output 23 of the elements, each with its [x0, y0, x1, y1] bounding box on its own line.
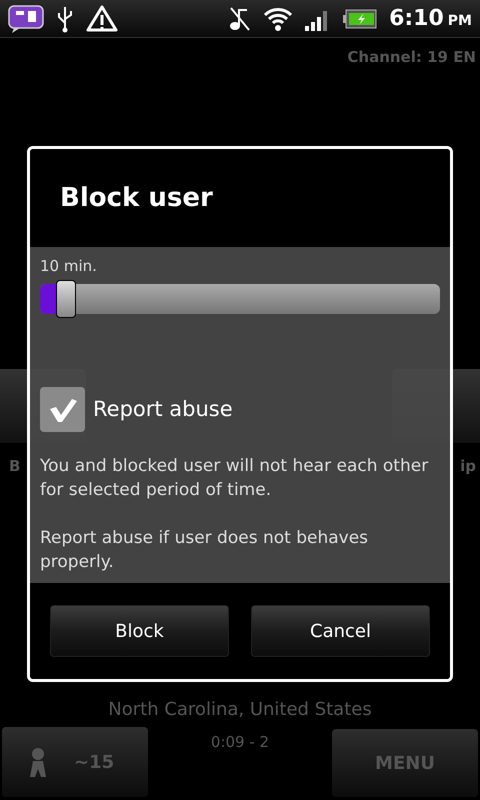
dialog-message: Report abuse if user does not behaves properly.	[40, 527, 370, 574]
usb-icon	[56, 4, 74, 32]
location-label: North Carolina, United States	[108, 698, 372, 722]
warning-icon	[86, 4, 118, 32]
report-checkbox[interactable]	[40, 387, 85, 432]
check-icon	[48, 396, 78, 422]
wifi-icon	[263, 6, 294, 32]
timer-label: 0:09 - 2	[210, 732, 270, 753]
channel-label: Channel: 19 EN	[347, 47, 476, 68]
dialog-message: You and blocked user will not hear each other for selected period of time.	[40, 455, 430, 502]
clock-time: 6:10	[389, 5, 444, 33]
dialog-button[interactable]: Block	[50, 605, 229, 657]
report-label[interactable]: Report abuse	[93, 394, 233, 426]
skip-label: ip	[460, 456, 476, 476]
clock-ampm: PM	[448, 12, 472, 31]
dialog-button[interactable]: Cancel	[251, 605, 430, 657]
muted-music-icon	[229, 6, 252, 32]
battery-icon	[343, 8, 378, 28]
side-button-label: B	[9, 456, 20, 476]
slider-value: 10 min.	[40, 259, 98, 274]
dialog-title: Block user	[60, 182, 213, 214]
chat-app-icon	[8, 4, 44, 32]
slider-thumb[interactable]	[56, 280, 76, 318]
